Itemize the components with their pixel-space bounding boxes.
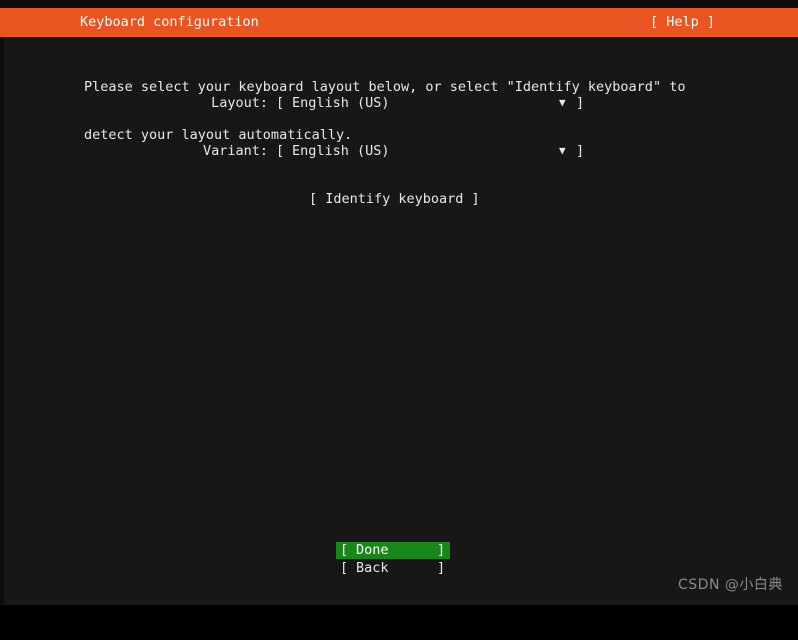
layout-value: English (US) — [292, 95, 390, 111]
help-button[interactable]: [ Help ] — [650, 14, 715, 30]
footer-buttons: [ Done ] [ Back ] — [4, 542, 798, 582]
back-bracket-open: [ — [340, 560, 349, 576]
done-button[interactable]: [ Done ] — [336, 542, 450, 559]
installer-screen: Keyboard configuration [ Help ] Please s… — [0, 0, 798, 605]
done-bracket-open: [ — [340, 542, 349, 558]
header-bar: Keyboard configuration [ Help ] — [0, 8, 798, 37]
done-bracket-close: ] — [437, 542, 446, 558]
back-bracket-close: ] — [437, 560, 446, 576]
variant-dropdown[interactable]: [ English (US) ▼ ] — [276, 143, 592, 159]
variant-label: Variant: — [202, 143, 268, 159]
done-button-label: Done — [356, 542, 389, 558]
identify-keyboard-button[interactable]: [ Identify keyboard ] — [309, 191, 480, 207]
watermark: CSDN @小白典 — [678, 577, 783, 593]
intro-line-1: Please select your keyboard layout below… — [84, 79, 686, 95]
top-frame-strip — [0, 0, 798, 8]
layout-bracket-close: ] — [576, 95, 585, 111]
variant-value: English (US) — [292, 143, 390, 159]
intro-line-2: detect your layout automatically. — [84, 127, 353, 143]
back-button[interactable]: [ Back ] — [336, 560, 450, 577]
variant-row: Variant: [ English (US) ▼ ] — [84, 143, 584, 159]
page-title: Keyboard configuration — [80, 14, 259, 30]
layout-label: Layout: — [211, 95, 268, 111]
layout-row: Layout: [ English (US) ▼ ] — [84, 95, 584, 111]
console-body: Please select your keyboard layout below… — [4, 37, 798, 605]
chevron-down-icon: ▼ — [559, 96, 566, 109]
chevron-down-icon: ▼ — [559, 144, 566, 157]
layout-dropdown[interactable]: [ English (US) ▼ ] — [276, 95, 592, 111]
layout-bracket-open: [ — [276, 95, 285, 111]
variant-bracket-close: ] — [576, 143, 585, 159]
variant-bracket-open: [ — [276, 143, 285, 159]
back-button-label: Back — [356, 560, 389, 576]
